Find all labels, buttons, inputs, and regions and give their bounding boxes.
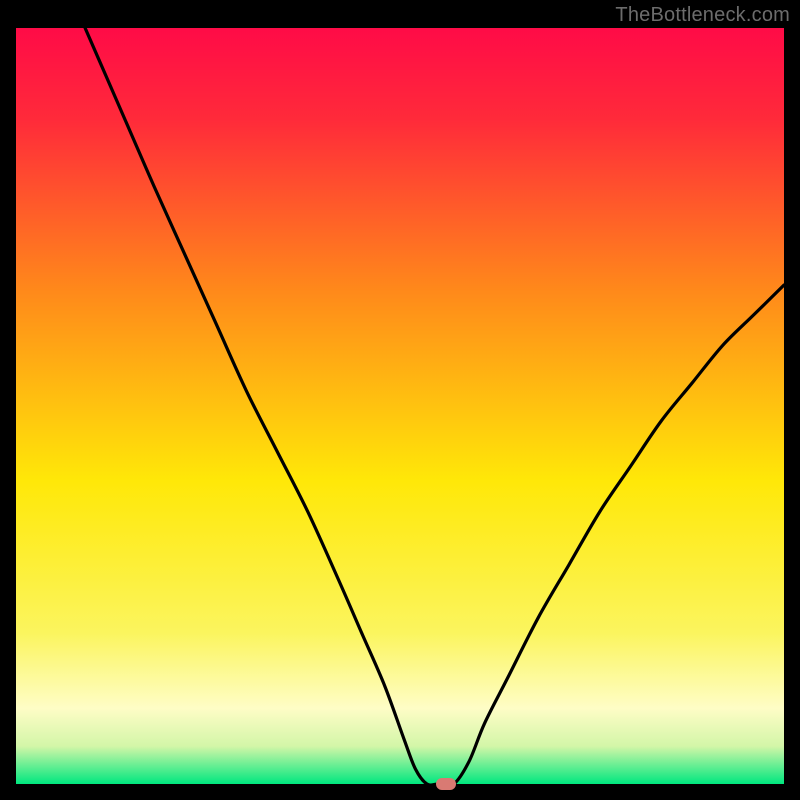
optimal-point-marker [436,778,456,790]
plot-svg [16,28,784,784]
watermark-text: TheBottleneck.com [615,4,790,27]
gradient-background [16,28,784,784]
plot-area [16,28,784,784]
chart-frame: TheBottleneck.com [0,0,800,800]
